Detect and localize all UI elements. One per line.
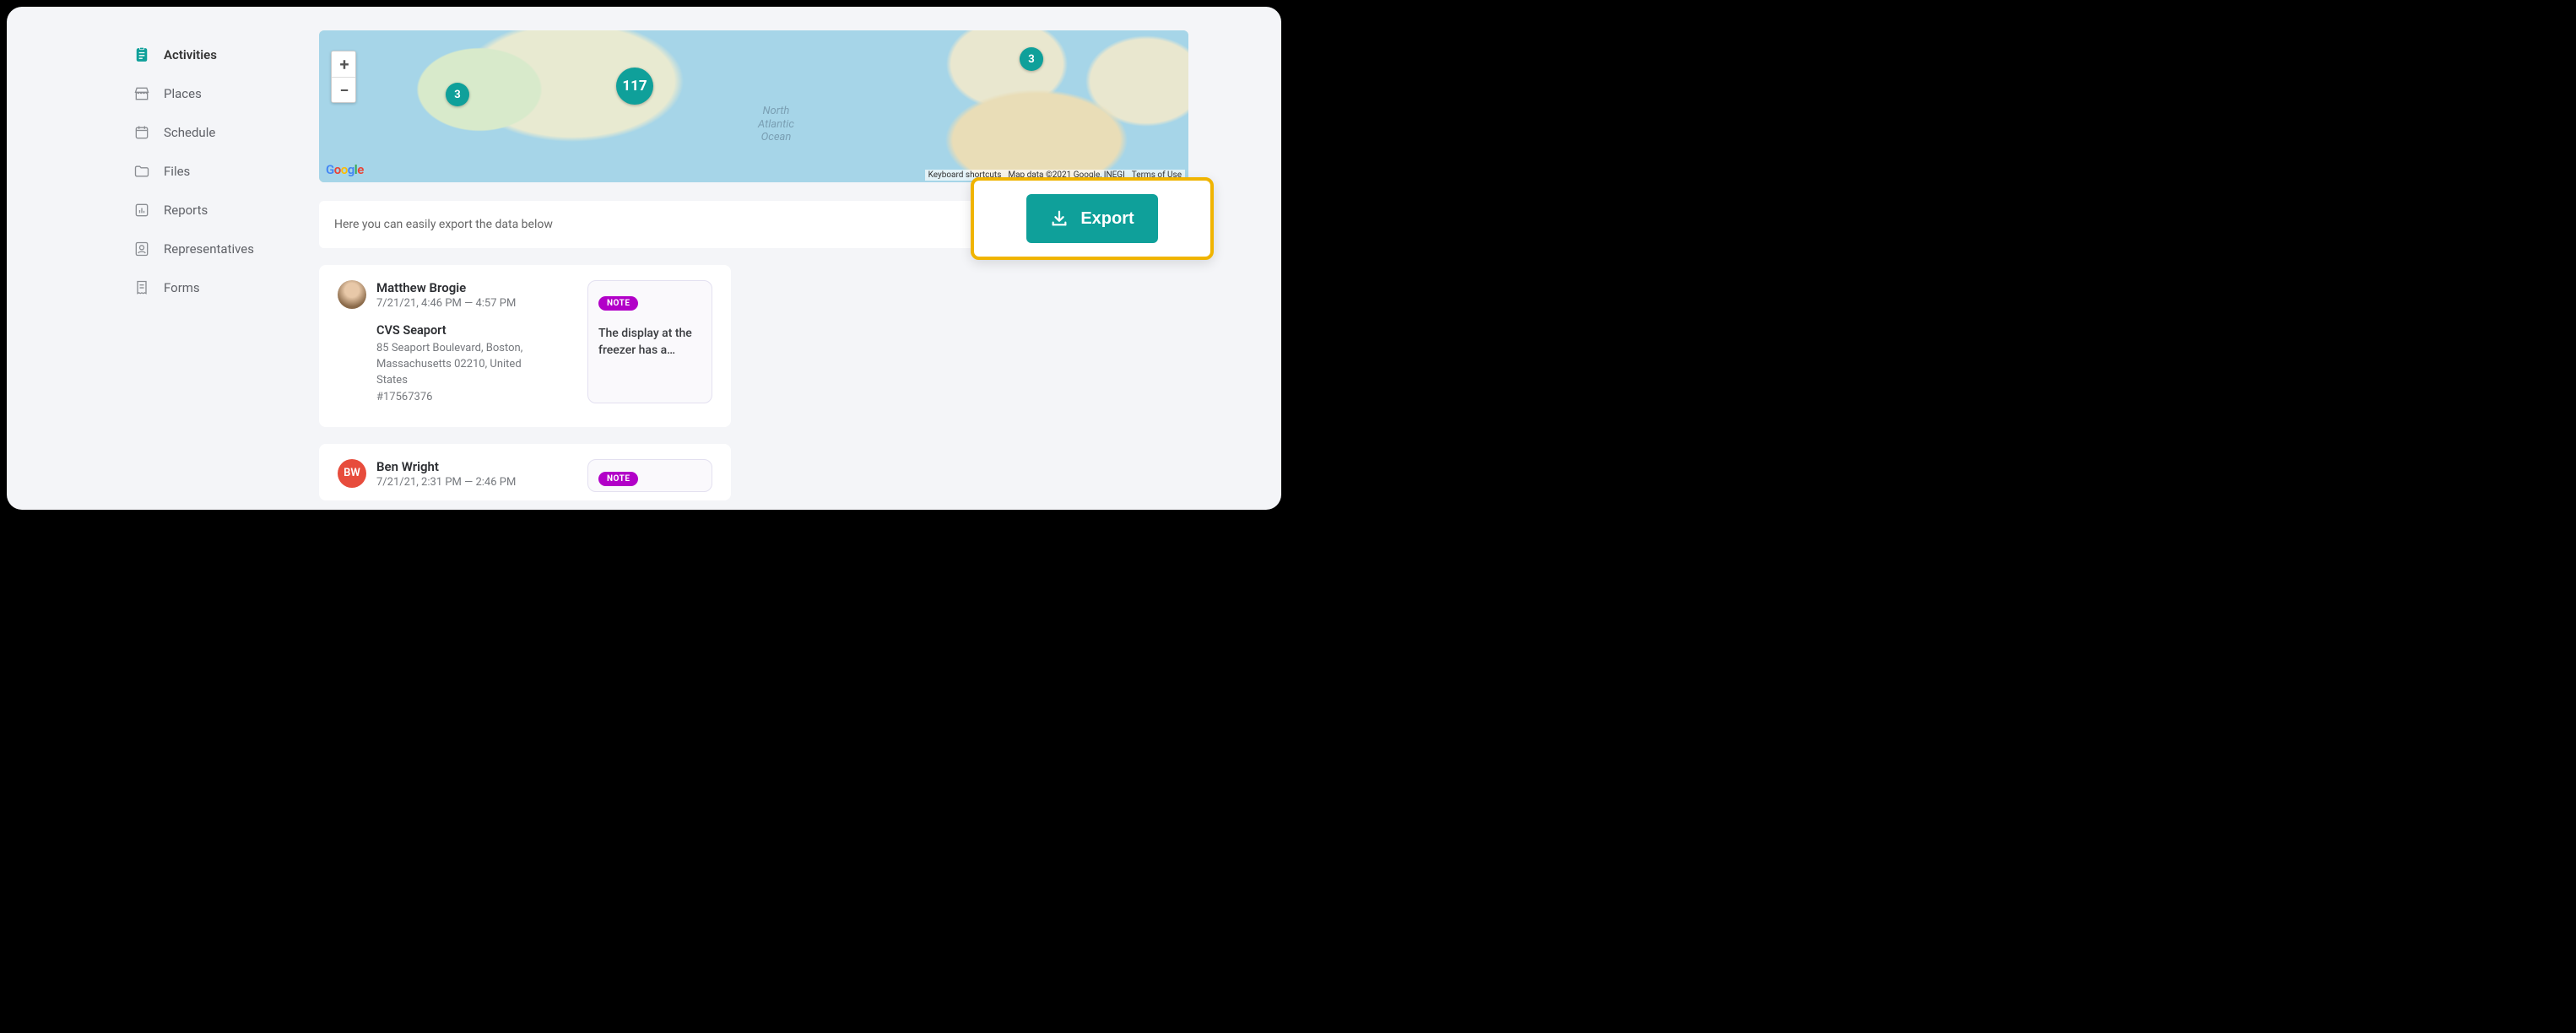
map[interactable]: NorthAtlanticOcean + − 3 117 3 Google Ke…	[319, 30, 1188, 182]
place-name: CVS Seaport	[376, 323, 572, 338]
note-card[interactable]: NOTE	[587, 459, 712, 492]
app-frame: Activities Places	[7, 7, 1281, 510]
clipboard-icon	[133, 46, 150, 63]
calendar-icon	[133, 124, 150, 141]
google-logo: Google	[326, 162, 364, 177]
place-id: #17567376	[376, 391, 572, 403]
export-bar: Here you can easily export the data belo…	[319, 201, 1188, 248]
map-cluster[interactable]: 117	[616, 68, 653, 105]
export-button-label: Export	[1080, 209, 1134, 229]
sidebar-item-reports[interactable]: Reports	[133, 191, 319, 230]
receipt-icon	[133, 279, 150, 296]
download-icon	[1050, 209, 1069, 228]
sidebar-item-label: Schedule	[164, 125, 215, 140]
ocean-label: NorthAtlanticOcean	[758, 105, 794, 144]
avatar	[338, 280, 366, 309]
zoom-in-button[interactable]: +	[332, 51, 356, 77]
sidebar-item-places[interactable]: Places	[133, 74, 319, 113]
sidebar-item-label: Places	[164, 86, 202, 101]
sidebar-item-label: Forms	[164, 280, 200, 295]
user-badge-icon	[133, 241, 150, 257]
activity-card[interactable]: BW Ben Wright 7/21/21, 2:31 PM — 2:46 PM…	[319, 444, 731, 500]
sidebar-item-schedule[interactable]: Schedule	[133, 113, 319, 152]
place-address: 85 Seaport Boulevard, Boston, Massachuse…	[376, 341, 554, 389]
store-icon	[133, 85, 150, 102]
map-cluster[interactable]: 3	[1020, 47, 1043, 71]
sidebar-item-label: Reports	[164, 203, 208, 218]
note-card[interactable]: NOTE The display at the freezer has a…	[587, 280, 712, 403]
sidebar-item-activities[interactable]: Activities	[133, 35, 319, 74]
person-name: Matthew Brogie	[376, 280, 516, 295]
map-cluster[interactable]: 3	[446, 83, 469, 106]
sidebar-item-representatives[interactable]: Representatives	[133, 230, 319, 268]
sidebar: Activities Places	[7, 7, 319, 510]
export-callout: Export	[971, 177, 1214, 260]
export-button[interactable]: Export	[1026, 194, 1157, 243]
activity-card[interactable]: Matthew Brogie 7/21/21, 4:46 PM — 4:57 P…	[319, 265, 731, 427]
person-name: Ben Wright	[376, 459, 516, 474]
zoom-out-button[interactable]: −	[332, 77, 356, 102]
main-content: NorthAtlanticOcean + − 3 117 3 Google Ke…	[319, 7, 1281, 510]
sidebar-item-label: Files	[164, 164, 190, 179]
bar-chart-icon	[133, 202, 150, 219]
folder-icon	[133, 163, 150, 180]
map-zoom-control: + −	[331, 51, 356, 103]
note-text: The display at the freezer has a…	[598, 326, 701, 359]
export-hint-text: Here you can easily export the data belo…	[334, 218, 553, 231]
avatar: BW	[338, 459, 366, 488]
activity-time: 7/21/21, 4:46 PM — 4:57 PM	[376, 297, 516, 310]
note-badge: NOTE	[598, 296, 638, 311]
sidebar-item-label: Activities	[164, 47, 217, 62]
sidebar-item-forms[interactable]: Forms	[133, 268, 319, 307]
activity-time: 7/21/21, 2:31 PM — 2:46 PM	[376, 476, 516, 489]
sidebar-item-files[interactable]: Files	[133, 152, 319, 191]
activity-list: Matthew Brogie 7/21/21, 4:46 PM — 4:57 P…	[319, 265, 731, 500]
note-badge: NOTE	[598, 472, 638, 486]
sidebar-item-label: Representatives	[164, 241, 254, 257]
